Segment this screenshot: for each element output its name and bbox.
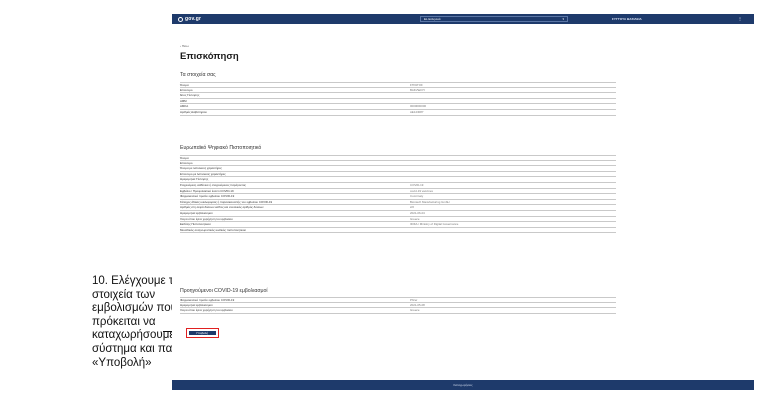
personal-section-title: Τα στοιχεία σας: [180, 72, 216, 78]
row-value: COVID-19: [410, 182, 424, 187]
row-value: ΒΑΣΙΛΕΙΟΥ: [410, 87, 426, 92]
row-label: ΑΦΜ: [180, 98, 187, 103]
certificate-table: Όνομα Επώνυμο Όνομα με λατινικούς χαρακτήρ…: [180, 155, 616, 234]
table-row: Αριθμός Διαβατηρίου ΑΕ123087: [180, 110, 616, 116]
row-label: Αριθμός Διαβατηρίου: [180, 109, 207, 114]
row-label: Φαρμακευτικό προϊόν εμβολίου COVID-19: [180, 194, 235, 199]
user-name[interactable]: ΣΥΓΓΟΥΛ ΒΑΣΙΛΕΙΑ: [612, 17, 642, 21]
row-value: ΑΕ123087: [410, 109, 424, 114]
row-label: Επώνυμο: [180, 160, 193, 165]
submit-highlight: Υποβολή: [186, 328, 219, 338]
row-label: Ημερομηνία εμβολιασμού: [180, 210, 213, 215]
table-row: Χώρα όπου έγινε χορήγηση του εμβολίου Gre…: [180, 308, 616, 314]
row-label: Επώνυμο: [180, 87, 193, 92]
row-label: Ημερομηνία εμβολιασμού: [180, 302, 213, 307]
footer-text[interactable]: Καταχωρήσεις: [453, 383, 472, 387]
certificate-section-title: Ευρωπαϊκό Ψηφιακό Πιστοποιητικό: [180, 145, 262, 151]
row-label: ΑΜΚΑ: [180, 104, 189, 109]
row-label: Εμβόλιο / Προφυλακτικό έναντι COVID-19: [180, 188, 234, 193]
more-menu-icon[interactable]: ⋮: [738, 16, 742, 21]
row-value: Comirnaty: [410, 194, 424, 199]
row-value: Biontech Manufacturing GmbH: [410, 199, 450, 204]
row-value: IDIKA / Ministry of Digital Governance: [410, 222, 459, 227]
submit-button[interactable]: Υποβολή: [188, 330, 216, 336]
gov-logo[interactable]: gov.gr: [178, 16, 201, 22]
row-value: Greece: [410, 216, 420, 221]
footer-bar: Καταχωρήσεις: [172, 380, 754, 390]
page-title: Επισκόπηση: [180, 51, 239, 62]
language-value: EL Ελληνικά: [424, 17, 441, 21]
personal-table: Όνομα ΣΤΡΑΤΟΣ Επώνυμο ΒΑΣΙΛΕΙΟΥ Έτος Γέννηση…: [180, 82, 616, 116]
language-select[interactable]: EL Ελληνικά ▾: [420, 16, 568, 22]
row-label: Κάτοχος άδειας κυκλοφορίας ή παρασκευαστ…: [180, 199, 273, 204]
row-value: 0000000000: [410, 104, 427, 109]
row-label: Στοχευόμενη ασθένεια ή στοχευόμενος παρά…: [180, 182, 246, 187]
row-value: 2021-05-08: [410, 302, 425, 307]
row-label: Ημερομηνία Γέννησης: [180, 177, 209, 182]
top-bar: gov.gr EL Ελληνικά ▾ ΣΥΓΓΟΥΛ ΒΑΣΙΛΕΙΑ ⋮: [172, 14, 754, 24]
previous-section-title: Προηγούμενοι COVID-19 εμβολιασμοί: [180, 288, 268, 294]
row-label: Χώρα όπου έγινε χορήγηση του εμβολίου: [180, 308, 233, 313]
logo-circle-icon: [178, 16, 183, 22]
row-label: Αριθμός στη σειρά δόσεων καθώς και συνολ…: [180, 205, 264, 210]
row-value: 2/2: [410, 205, 415, 210]
row-value: Greece: [410, 308, 420, 313]
row-label: Έτος Γέννησης: [180, 93, 200, 98]
chevron-down-icon: ▾: [562, 17, 564, 21]
row-label: Εκδότης Πιστοποιητικού: [180, 222, 211, 227]
row-label: Επώνυμο με λατινικούς χαρακτήρες: [180, 171, 226, 176]
row-label: Όνομα με λατινικούς χαρακτήρες: [180, 166, 222, 171]
row-label: Χώρα όπου έγινε χορήγηση του εμβολίου: [180, 216, 233, 221]
row-label: Μοναδικός αναγνωριστικός κωδικός πιστοπο…: [180, 227, 247, 232]
previous-table: Φαρμακευτικό προϊόν εμβολίου COVID-19 Pfi…: [180, 297, 616, 314]
back-link[interactable]: ‹ Πίσω: [180, 44, 189, 48]
logo-text: gov.gr: [185, 16, 202, 22]
table-row: Μοναδικός αναγνωριστικός κωδικός πιστοπο…: [180, 228, 616, 234]
app-window: gov.gr EL Ελληνικά ▾ ΣΥΓΓΟΥΛ ΒΑΣΙΛΕΙΑ ⋮ …: [172, 14, 754, 404]
row-value: 2021-06-04: [410, 210, 425, 215]
row-value: covid-19 vaccines: [410, 188, 433, 193]
